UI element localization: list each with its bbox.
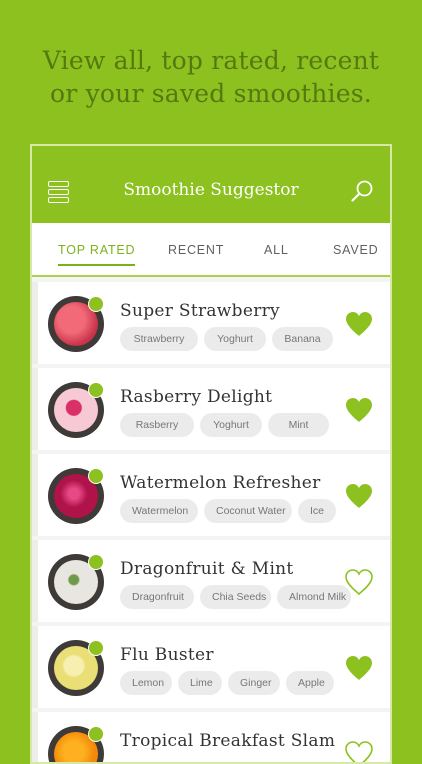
list-item[interactable]: Watermelon Refresher Watermelon Coconut … bbox=[32, 454, 390, 536]
ingredient-tag: Coconut Water bbox=[204, 499, 292, 523]
list-item[interactable]: Flu Buster Lemon Lime Ginger Apple bbox=[32, 626, 390, 708]
list-item[interactable]: Tropical Breakfast Slam bbox=[32, 712, 390, 764]
smoothie-name: Rasberry Delight bbox=[120, 387, 273, 407]
ingredient-tag: Apple bbox=[286, 671, 334, 695]
tab-bar: TOP RATED RECENT ALL SAVED bbox=[32, 223, 390, 277]
heart-outline-icon[interactable] bbox=[344, 568, 374, 596]
ingredient-tag: Watermelon bbox=[120, 499, 198, 523]
list-item[interactable]: Dragonfruit & Mint Dragonfruit Chia Seed… bbox=[32, 540, 390, 622]
ingredient-tag: Banana bbox=[272, 327, 333, 351]
status-dot bbox=[88, 382, 104, 398]
ingredient-tag: Almond Milk bbox=[277, 585, 351, 609]
ingredient-tag: Strawberry bbox=[120, 327, 198, 351]
promo-line-2: or your saved smoothies. bbox=[50, 79, 372, 108]
smoothie-name: Dragonfruit & Mint bbox=[120, 559, 294, 579]
status-dot bbox=[88, 640, 104, 656]
ingredient-tag: Lemon bbox=[120, 671, 172, 695]
ingredient-tag: Lime bbox=[178, 671, 222, 695]
ingredient-tags: Rasberry Yoghurt Mint bbox=[120, 413, 329, 437]
status-dot bbox=[88, 296, 104, 312]
tab-saved[interactable]: SAVED bbox=[333, 243, 378, 257]
ingredient-tag: Dragonfruit bbox=[120, 585, 194, 609]
app-title: Smoothie Suggestor bbox=[123, 180, 299, 200]
ingredient-tags: Strawberry Yoghurt Banana bbox=[120, 327, 333, 351]
ingredient-tag: Yoghurt bbox=[200, 413, 262, 437]
ingredient-tags: Lemon Lime Ginger Apple bbox=[120, 671, 334, 695]
promo-line-1: View all, top rated, recent bbox=[42, 46, 380, 75]
list-item[interactable]: Rasberry Delight Rasberry Yoghurt Mint bbox=[32, 368, 390, 450]
ingredient-tags: Watermelon Coconut Water Ice bbox=[120, 499, 336, 523]
tab-recent[interactable]: RECENT bbox=[168, 243, 224, 257]
app-bar: Smoothie Suggestor bbox=[32, 146, 390, 223]
ingredient-tag: Yoghurt bbox=[204, 327, 266, 351]
ingredient-tag: Mint bbox=[268, 413, 329, 437]
ingredient-tag: Rasberry bbox=[120, 413, 194, 437]
tab-all[interactable]: ALL bbox=[264, 243, 289, 257]
ingredient-tags: Dragonfruit Chia Seeds Almond Milk bbox=[120, 585, 351, 609]
status-dot bbox=[88, 554, 104, 570]
ingredient-tag: Ginger bbox=[228, 671, 280, 695]
heart-icon[interactable] bbox=[344, 396, 374, 424]
promo-caption: View all, top rated, recent or your save… bbox=[0, 44, 422, 110]
status-dot bbox=[88, 726, 104, 742]
status-dot bbox=[88, 468, 104, 484]
heart-icon[interactable] bbox=[344, 654, 374, 682]
search-icon[interactable] bbox=[350, 179, 374, 203]
smoothie-name: Tropical Breakfast Slam bbox=[120, 731, 336, 751]
heart-icon[interactable] bbox=[344, 310, 374, 338]
ingredient-tag: Chia Seeds bbox=[200, 585, 271, 609]
ingredient-tag: Ice bbox=[298, 499, 336, 523]
heart-outline-icon[interactable] bbox=[344, 740, 374, 764]
heart-icon[interactable] bbox=[344, 482, 374, 510]
tab-top-rated[interactable]: TOP RATED bbox=[58, 243, 136, 266]
app-screen: Smoothie Suggestor TOP RATED RECENT ALL … bbox=[30, 144, 392, 764]
smoothie-name: Super Strawberry bbox=[120, 301, 280, 321]
smoothie-name: Watermelon Refresher bbox=[120, 473, 321, 493]
list-item[interactable]: Super Strawberry Strawberry Yoghurt Bana… bbox=[32, 282, 390, 364]
smoothie-name: Flu Buster bbox=[120, 645, 214, 665]
